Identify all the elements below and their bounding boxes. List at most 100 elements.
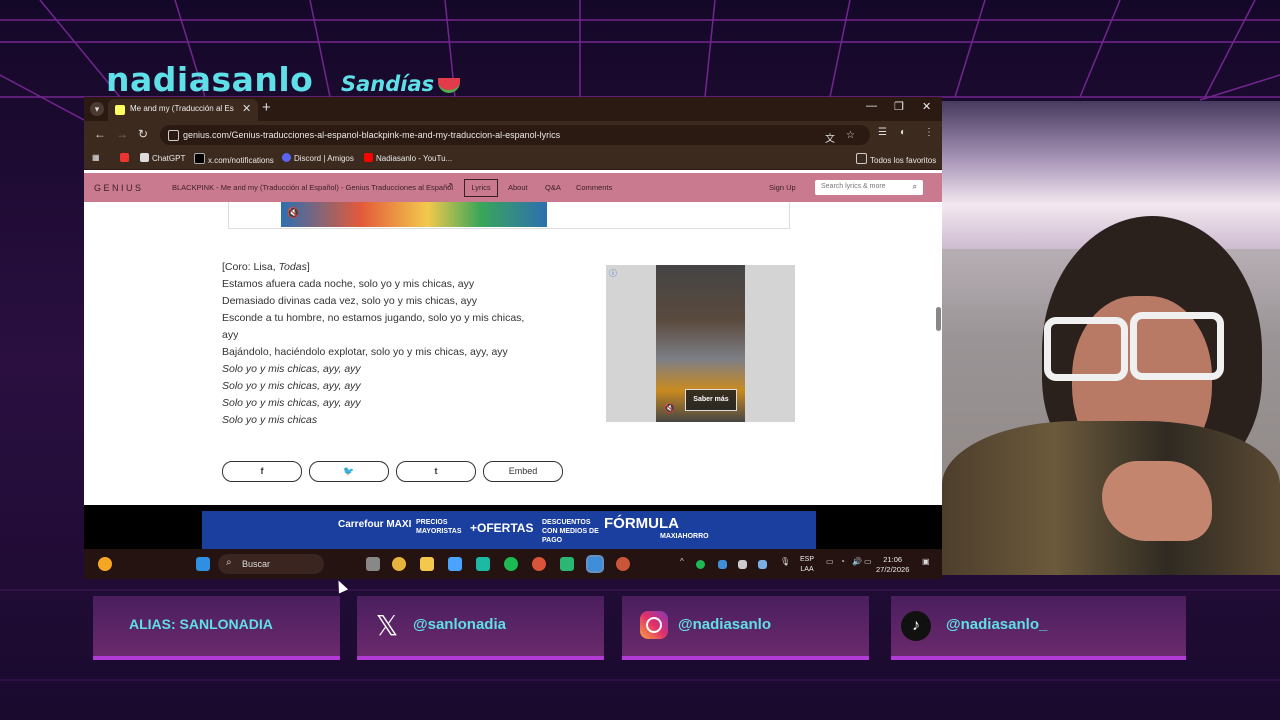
volume-icon[interactable]: 🔊 [852,557,862,566]
tray-app-icon[interactable] [738,560,747,569]
wifi-icon[interactable]: ◔ [840,557,845,566]
translate-icon[interactable]: 文 [825,130,835,145]
embed-button[interactable]: Embed [483,461,563,482]
glasses-lens [1130,312,1224,380]
lyric-line[interactable]: Demasiado divinas cada vez, solo yo y mi… [222,293,562,310]
top-ad-image[interactable]: 🔇 [281,202,547,227]
side-video-ad[interactable]: ⓘ Saber más 🔇 [606,265,795,422]
widgets-icon[interactable] [98,557,112,571]
sign-up-link[interactable]: Sign Up [769,183,796,192]
tab-close-icon[interactable]: ✕ [242,102,251,115]
microphone-icon[interactable]: 🎙 [780,557,790,566]
lyric-line[interactable]: Solo yo y mis chicas, ayy, ayy [222,361,562,378]
taskbar-clock[interactable]: 21:06 27/2/2026 [876,555,909,575]
search-icon: ⌕ [226,557,232,568]
nav-qa[interactable]: Q&A [545,183,561,192]
bookmark-chatgpt[interactable]: ChatGPT [140,153,185,163]
share-tumblr-button[interactable]: t [396,461,476,482]
genius-logo[interactable]: GENIUS [94,183,144,193]
apps-grid-icon[interactable]: ▦ [92,153,100,162]
carrefour-banner-ad[interactable]: Carrefour MAXI PRECIOS MAYORISTAS +OFERT… [202,511,816,549]
new-tab-icon[interactable]: + [262,99,271,116]
reload-icon[interactable]: ↻ [138,127,148,141]
language-indicator[interactable]: ESP LAA [800,555,814,575]
app-icon[interactable] [476,557,490,571]
bookmark-star-icon[interactable]: ☆ [846,130,855,141]
alias-label: ALIAS: SANLONADIA [129,616,273,632]
maximize-icon[interactable]: ❐ [894,100,904,113]
lyric-section-label: [Coro: Lisa, [222,261,279,273]
file-explorer-icon[interactable] [420,557,434,571]
bluetooth-icon[interactable] [718,560,727,569]
lyric-line[interactable]: Solo yo y mis chicas, ayy, ayy [222,378,562,395]
lyric-section-close: ] [306,261,310,273]
share-twitter-button[interactable]: 🐦 [309,461,389,482]
ad-text-maxiahorro: MAXIAHORRO [660,533,709,540]
lyric-line[interactable]: Solo yo y mis chicas, ayy, ayy [222,395,562,412]
start-icon[interactable] [196,557,210,571]
gmail-icon[interactable] [120,153,132,163]
app3-icon[interactable] [586,555,604,573]
notifications-icon[interactable]: ▣ [922,557,930,566]
menu-dots-icon[interactable]: ⋮ [924,127,934,138]
ad-text-prices: PRECIOS MAYORISTAS [416,519,462,535]
channel-subtitle: Sandías [341,72,461,96]
forward-icon[interactable]: → [116,127,128,141]
battery-icon[interactable]: ▭ [864,557,872,566]
video-mute-icon[interactable]: 🔇 [664,403,675,414]
top-ad-frame: 🔇 [228,202,790,229]
display-icon[interactable]: ▭ [826,557,834,566]
bookmarks-bar: ▦ ChatGPT x.com/notifications Discord | … [84,149,942,170]
nav-comments[interactable]: Comments [576,183,612,192]
lyric-line[interactable]: Esconde a tu hombre, no estamos jugando,… [222,310,562,327]
ad-video[interactable]: Saber más 🔇 [656,265,745,422]
profile-icon[interactable]: ◐ [900,127,906,138]
chrome-profile-icon[interactable] [532,557,546,571]
nav-about[interactable]: About [508,183,528,192]
tray-app2-icon[interactable] [758,560,767,569]
tab-search-icon[interactable]: ▾ [90,102,104,116]
spotify-icon[interactable] [504,557,518,571]
learn-more-button[interactable]: Saber más [685,389,737,411]
lyric-line[interactable]: Bajándolo, haciéndolo explotar, solo yo … [222,344,562,361]
lyric-line[interactable]: ayy [222,327,562,344]
extensions-icon[interactable]: ☰ [878,127,887,138]
tab-active[interactable]: Me and my (Traducción al Espa ✕ [108,99,258,121]
bookmark-youtube[interactable]: Nadiasanlo - YouTu... [364,153,452,163]
address-bar[interactable]: genius.com/Genius-traducciones-al-espano… [160,125,870,145]
clock-time: 21:06 [883,555,903,564]
copilot-icon[interactable] [448,557,462,571]
minimize-icon[interactable]: — [866,100,877,112]
search-icon: ⌕ [912,182,917,191]
search-placeholder: Search lyrics & more [821,183,886,190]
tray-chevron-icon[interactable]: ^ [680,557,684,566]
ad-info-icon[interactable]: ⓘ [609,268,617,279]
back-icon[interactable]: ← [94,127,106,141]
bookmark-discord[interactable]: Discord | Amigos [282,153,354,163]
bookmark-x-notifications[interactable]: x.com/notifications [194,153,274,165]
tray-spotify-icon[interactable] [696,560,705,569]
lyric-line: [Coro: Lisa, Todas] [222,259,562,276]
lyric-line[interactable]: Solo yo y mis chicas [222,412,562,429]
mute-icon[interactable]: 🔇 [287,208,299,219]
x-handle: @sanlonadia [413,616,506,633]
site-info-icon[interactable] [168,130,179,141]
genius-search-input[interactable]: Search lyrics & more ⌕ [815,180,923,195]
streamer-hand [1102,461,1212,541]
song-title[interactable]: BLACKPINK - Me and my (Traducción al Esp… [172,183,453,192]
share-facebook-button[interactable]: f [222,461,302,482]
close-window-icon[interactable]: ✕ [922,100,931,113]
bookmark-label: Nadiasanlo - YouTu... [376,154,453,163]
scrollbar-thumb[interactable] [936,307,941,331]
lyric-line[interactable]: Estamos afuera cada noche, solo yo y mis… [222,276,562,293]
bookmark-all-favorites[interactable]: Todos los favoritos [856,153,936,165]
taskbar-search[interactable]: ⌕ Buscar [218,554,324,574]
tab-bar: ▾ Me and my (Traducción al Espa ✕ + — ❐ … [84,97,942,121]
nav-lyrics[interactable]: Lyrics [464,179,498,197]
language-code: ESP [800,556,815,563]
ad-text-offers: +OFERTAS [470,521,534,535]
task-view-icon[interactable] [366,557,380,571]
chrome-icon[interactable] [392,557,406,571]
chrome-active-icon[interactable] [616,557,630,571]
app2-icon[interactable] [560,557,574,571]
